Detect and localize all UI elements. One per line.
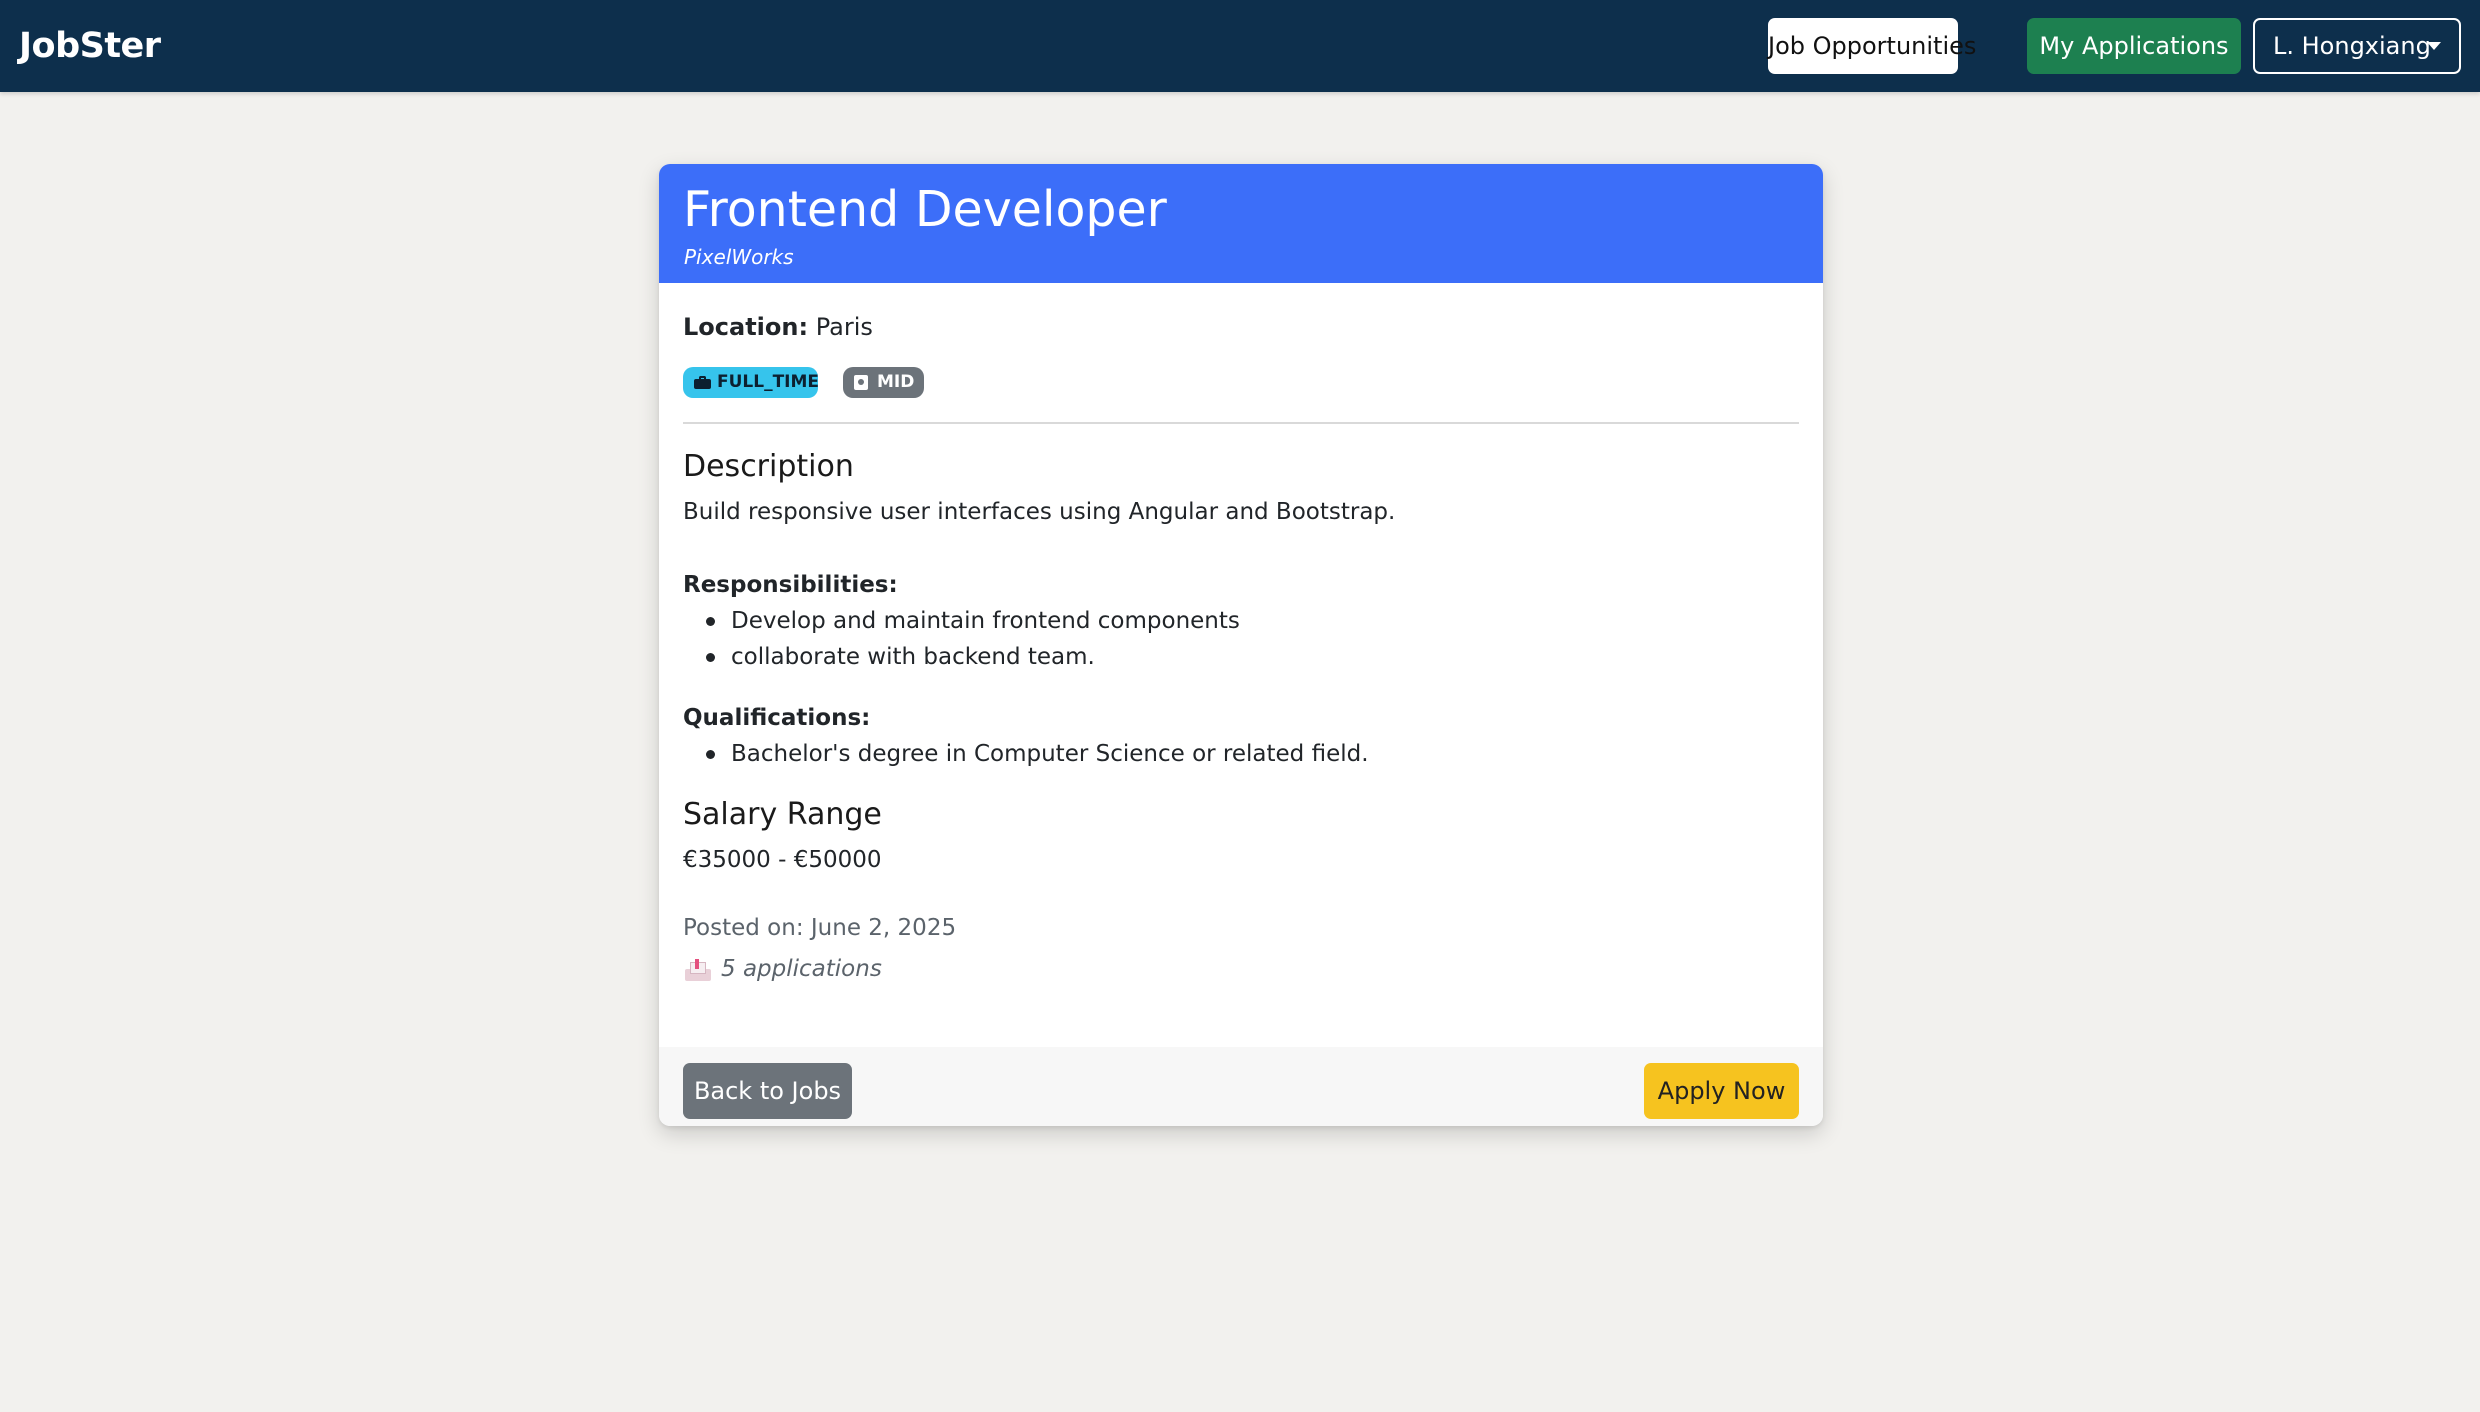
job-detail-card: Frontend Developer PixelWorks Location: … [659, 164, 1823, 1126]
user-menu-dropdown[interactable]: L. Hongxiang [2253, 18, 2461, 74]
posted-date: Posted on: June 2, 2025 [683, 915, 957, 941]
section-divider [683, 422, 1799, 424]
applications-count: 5 applications [683, 953, 882, 985]
applications-count-label: 5 applications [721, 956, 882, 982]
employment-type-label: FULL_TIME [717, 372, 820, 392]
qualifications-heading: Qualifications: [683, 705, 871, 731]
location-value: Paris [815, 313, 873, 341]
apply-now-button[interactable]: Apply Now [1644, 1063, 1799, 1119]
company-name: PixelWorks [684, 245, 794, 269]
back-to-jobs-button[interactable]: Back to Jobs [683, 1063, 852, 1119]
level-label: MID [877, 372, 915, 392]
location-line: Location: Paris [683, 310, 873, 344]
responsibility-item: Develop and maintain frontend components [706, 605, 1240, 637]
responsibilities-heading: Responsibilities: [683, 572, 898, 598]
card-header: Frontend Developer PixelWorks [659, 164, 1823, 283]
top-navbar: JobSter Job Opportunities My Application… [0, 0, 2480, 92]
qualification-item: Bachelor's degree in Computer Science or… [706, 738, 1369, 770]
employment-type-badge: FULL_TIME [683, 367, 820, 398]
brand-logo[interactable]: JobSter [19, 22, 161, 70]
location-label: Location: [683, 313, 809, 341]
my-applications-button[interactable]: My Applications [2027, 18, 2241, 74]
job-opportunities-button[interactable]: Job Opportunities [1768, 18, 1976, 74]
caret-down-icon [2427, 42, 2441, 50]
salary-range: €35000 - €50000 [683, 847, 882, 873]
salary-heading: Salary Range [683, 797, 882, 832]
level-badge: MID [843, 367, 924, 398]
description-text: Build responsive user interfaces using A… [683, 499, 1396, 525]
user-name-label: L. Hongxiang [2273, 32, 2431, 60]
card-footer: Back to Jobs Apply Now [659, 1047, 1823, 1126]
job-title: Frontend Developer [683, 181, 1167, 238]
description-heading: Description [683, 449, 854, 484]
inbox-tray-icon [685, 959, 711, 981]
responsibility-item: collaborate with backend team. [706, 641, 1095, 673]
